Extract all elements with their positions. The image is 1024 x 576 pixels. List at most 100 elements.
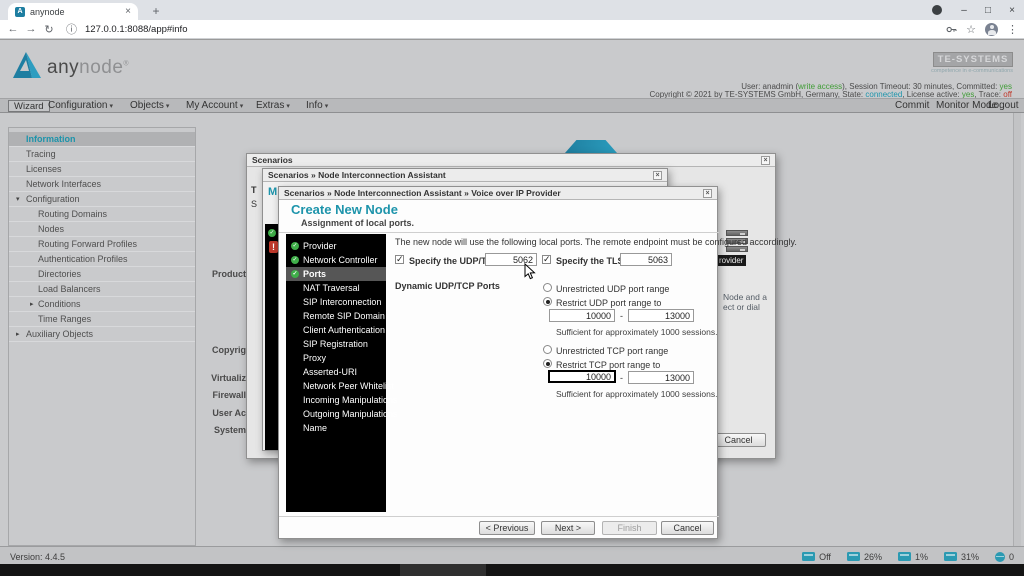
specify-udp-tcp-port-checkbox[interactable] xyxy=(395,254,404,265)
anynode-logo-icon xyxy=(13,52,41,78)
sidebar-item-nodes[interactable]: Nodes xyxy=(9,222,195,237)
forward-icon[interactable]: → xyxy=(22,23,40,35)
udp-range-to-input[interactable] xyxy=(628,309,694,322)
range-separator: - xyxy=(620,311,623,321)
menu-objects[interactable]: Objects ▾ xyxy=(130,99,169,112)
disk-indicator: 1% xyxy=(897,552,928,562)
menu-logout[interactable]: Logout xyxy=(988,99,1019,112)
new-tab-button[interactable]: + xyxy=(148,4,164,20)
browser-profile-icon[interactable] xyxy=(932,5,942,15)
background-label-copyright: Copyrig xyxy=(211,345,246,355)
step-client-authentication[interactable]: Client Authentication xyxy=(286,323,386,337)
close-icon[interactable]: × xyxy=(703,188,712,198)
menu-my-account[interactable]: My Account ▾ xyxy=(186,99,243,112)
step-ports[interactable]: ✓ Ports xyxy=(286,267,386,281)
taskbar-active-segment[interactable] xyxy=(400,564,486,576)
window-minimize-button[interactable]: – xyxy=(952,5,976,16)
sidebar-item-network-interfaces[interactable]: Network Interfaces xyxy=(9,177,195,192)
wizard-dialog-titlebar[interactable]: Scenarios » Node Interconnection Assista… xyxy=(279,187,717,200)
assistant-dialog-titlebar[interactable]: Scenarios » Node Interconnection Assista… xyxy=(263,169,667,182)
occluded-heading-fragment: M xyxy=(268,186,278,198)
close-icon[interactable]: × xyxy=(653,170,662,180)
menu-extras[interactable]: Extras ▾ xyxy=(256,99,290,112)
browser-tab-bar: A anynode × + – □ × xyxy=(0,0,1024,20)
step-incoming-manipulations[interactable]: Incoming Manipulations xyxy=(286,393,398,407)
site-info-icon[interactable]: ⓘ xyxy=(66,21,77,37)
step-network-controller[interactable]: ✓ Network Controller xyxy=(286,253,386,267)
sidebar-item-directories[interactable]: Directories xyxy=(9,267,195,282)
dynamic-ports-label: Dynamic UDP/TCP Ports xyxy=(395,281,500,291)
tcp-range-from-input[interactable] xyxy=(548,370,616,383)
finish-button[interactable]: Finish xyxy=(602,521,657,535)
step-provider[interactable]: ✓ Provider xyxy=(286,239,386,253)
profile-avatar-icon[interactable] xyxy=(985,22,998,36)
step-asserted-uri[interactable]: Asserted-URI xyxy=(286,365,386,379)
cancel-button[interactable]: Cancel xyxy=(661,521,714,535)
tcp-range-to-input[interactable] xyxy=(628,371,694,384)
tab-title: anynode xyxy=(30,6,65,17)
browser-tab[interactable]: A anynode × xyxy=(8,3,138,20)
content-splitter[interactable] xyxy=(1013,113,1021,546)
scenario-description-fragment: Node and a xyxy=(723,292,767,302)
background-label-product: Product xyxy=(211,269,246,279)
specify-tls-port-checkbox[interactable] xyxy=(542,254,551,265)
previous-button[interactable]: < Previous xyxy=(479,521,535,535)
menu-info[interactable]: Info ▾ xyxy=(306,99,328,112)
unrestricted-tcp-radio[interactable] xyxy=(543,345,552,354)
voip-provider-tile-label-fragment: rovider xyxy=(716,255,747,266)
chevron-right-icon: ▸ xyxy=(16,331,20,338)
sidebar-item-information[interactable]: Information xyxy=(9,132,195,147)
step-network-peer-whitelist[interactable]: Network Peer Whitelist xyxy=(286,379,394,393)
window-close-button[interactable]: × xyxy=(1000,5,1024,16)
sidebar-item-routing-domains[interactable]: Routing Domains xyxy=(9,207,195,222)
globe-icon xyxy=(994,551,1005,562)
scenario-description-fragment: ect or dial xyxy=(723,302,760,312)
occluded-text-fragment: S xyxy=(251,199,258,209)
step-sip-registration[interactable]: SIP Registration xyxy=(286,337,386,351)
restrict-tcp-label: Restrict TCP port range to xyxy=(556,360,661,370)
sidebar-item-load-balancers[interactable]: Load Balancers xyxy=(9,282,195,297)
sidebar-item-authentication-profiles[interactable]: Authentication Profiles xyxy=(9,252,195,267)
cpu-monitor-icon xyxy=(846,552,860,561)
tcp-sessions-note: Sufficient for approximately 1000 sessio… xyxy=(556,389,718,399)
sidebar-item-licenses[interactable]: Licenses xyxy=(9,162,195,177)
unrestricted-udp-label: Unrestricted UDP port range xyxy=(556,284,670,294)
sidebar-item-auxiliary-objects[interactable]: ▸ Auxiliary Objects xyxy=(9,327,195,342)
menu-commit[interactable]: Commit xyxy=(895,99,929,112)
step-outgoing-manipulations[interactable]: Outgoing Manipulations xyxy=(286,407,398,421)
window-maximize-button[interactable]: □ xyxy=(976,5,1000,16)
next-button[interactable]: Next > xyxy=(541,521,595,535)
tls-port-input[interactable] xyxy=(620,253,672,266)
te-systems-tagline: competence in e-communications xyxy=(931,68,1013,74)
network-indicator: 0 xyxy=(994,551,1014,562)
browser-menu-icon[interactable]: ⋮ xyxy=(1007,23,1018,36)
back-icon[interactable]: ← xyxy=(4,23,22,35)
password-key-icon[interactable] xyxy=(946,24,957,35)
scenarios-dialog-titlebar[interactable]: Scenarios × xyxy=(247,154,775,167)
menu-wizard-button[interactable]: Wizard xyxy=(8,100,50,112)
sidebar-item-conditions[interactable]: ▸ Conditions xyxy=(9,297,195,312)
step-name[interactable]: Name xyxy=(286,421,386,435)
close-icon[interactable]: × xyxy=(761,155,770,165)
unrestricted-udp-radio[interactable] xyxy=(543,283,552,292)
bookmark-star-icon[interactable]: ☆ xyxy=(966,23,976,36)
anynode-favicon-icon: A xyxy=(15,6,25,17)
reload-icon[interactable]: ↻ xyxy=(40,23,58,36)
step-remote-sip-domain[interactable]: Remote SIP Domain xyxy=(286,309,386,323)
step-proxy[interactable]: Proxy xyxy=(286,351,386,365)
scenarios-cancel-button[interactable]: Cancel xyxy=(711,433,766,447)
menu-configuration[interactable]: Configuration ▾ xyxy=(48,99,113,112)
sidebar-item-configuration[interactable]: ▾ Configuration xyxy=(9,192,195,207)
sidebar-item-time-ranges[interactable]: Time Ranges xyxy=(9,312,195,327)
restrict-udp-radio[interactable] xyxy=(543,297,552,306)
step-nat-traversal[interactable]: NAT Traversal xyxy=(286,281,386,295)
url-field[interactable]: 127.0.0.1:8088/app#info xyxy=(85,24,946,35)
wizard-step-list: ✓ Provider ✓ Network Controller ✓ Ports NAT… xyxy=(286,234,398,512)
os-taskbar[interactable] xyxy=(0,564,1024,576)
restrict-tcp-radio[interactable] xyxy=(543,359,552,368)
step-sip-interconnection[interactable]: SIP Interconnection xyxy=(286,295,386,309)
tab-close-icon[interactable]: × xyxy=(125,6,131,17)
udp-range-from-input[interactable] xyxy=(549,309,615,322)
sidebar-item-tracing[interactable]: Tracing xyxy=(9,147,195,162)
sidebar-item-routing-forward-profiles[interactable]: Routing Forward Profiles xyxy=(9,237,195,252)
